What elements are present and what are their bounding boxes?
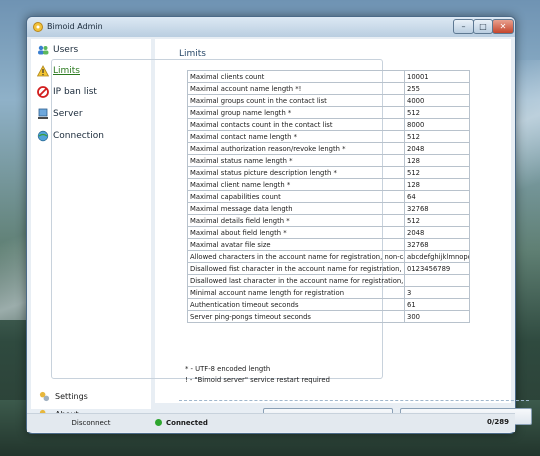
statusbar: Disconnect Connected 0/289: [27, 413, 515, 432]
limit-name: Maximal message data length: [187, 202, 405, 215]
settings-icon: [39, 391, 50, 401]
minimize-icon: –: [461, 22, 466, 31]
limit-value[interactable]: 64: [404, 190, 470, 203]
limit-name: Maximal capabilities count: [187, 190, 405, 203]
table-row: Maximal contact name length * 512: [187, 130, 470, 143]
limit-value[interactable]: 2048: [404, 142, 470, 155]
limits-title: Limits: [177, 49, 208, 59]
table-row: Maximal authorization reason/revoke leng…: [187, 142, 470, 155]
limit-name: Maximal group name length *: [187, 106, 405, 119]
limit-name: Disallowed last character in the account…: [187, 274, 405, 287]
separator: [179, 400, 529, 401]
table-row: Minimal account name length for registra…: [187, 286, 470, 299]
limit-value[interactable]: 512: [404, 106, 470, 119]
disconnect-button[interactable]: Disconnect: [31, 416, 151, 429]
limit-name: Allowed characters in the account name f…: [187, 250, 405, 263]
table-row: Server ping-pongs timeout seconds 300: [187, 310, 470, 323]
connection-status-label: Connected: [166, 418, 208, 427]
sidebar-item-label: Users: [53, 45, 79, 55]
table-row: Authentication timeout seconds 61: [187, 298, 470, 311]
table-row: Maximal account name length *! 255: [187, 82, 470, 95]
limit-value[interactable]: [404, 274, 470, 287]
limit-name: Server ping-pongs timeout seconds: [187, 310, 405, 323]
limit-value[interactable]: 128: [404, 154, 470, 167]
limit-name: Maximal status name length *: [187, 154, 405, 167]
table-row: Maximal status name length * 128: [187, 154, 470, 167]
limit-name: Maximal contact name length *: [187, 130, 405, 143]
limit-value[interactable]: abcdefghijklmnopqr: [404, 250, 470, 263]
limit-value[interactable]: 512: [404, 130, 470, 143]
table-row: Maximal about field length * 2048: [187, 226, 470, 239]
limit-value[interactable]: 2048: [404, 226, 470, 239]
connection-status: Connected: [155, 416, 355, 429]
table-row: Disallowed fist character in the account…: [187, 262, 470, 275]
limit-name: Maximal status picture description lengt…: [187, 166, 405, 179]
titlebar[interactable]: Bimoid Admin – □ ✕: [27, 17, 515, 37]
table-row: Maximal contacts count in the contact li…: [187, 118, 470, 131]
limit-name: Disallowed fist character in the account…: [187, 262, 405, 275]
minimize-button[interactable]: –: [453, 19, 474, 34]
limit-value[interactable]: 61: [404, 298, 470, 311]
limit-value[interactable]: 255: [404, 82, 470, 95]
warning-icon: [37, 65, 49, 77]
limit-value[interactable]: 3: [404, 286, 470, 299]
status-dot-icon: [155, 419, 162, 426]
limit-value[interactable]: 512: [404, 166, 470, 179]
maximize-button[interactable]: □: [473, 19, 493, 34]
limit-value[interactable]: 4000: [404, 94, 470, 107]
table-row: Maximal group name length * 512: [187, 106, 470, 119]
limits-table: Maximal clients count 10001 Maximal accoun…: [187, 70, 470, 323]
sidebar-item-settings[interactable]: Settings: [39, 389, 88, 403]
table-row: Maximal status picture description lengt…: [187, 166, 470, 179]
limit-value[interactable]: 32768: [404, 238, 470, 251]
limit-name: Maximal client name length *: [187, 178, 405, 191]
table-row: Allowed characters in the account name f…: [187, 250, 470, 263]
limit-name: Maximal avatar file size: [187, 238, 405, 251]
table-row: Maximal avatar file size 32768: [187, 238, 470, 251]
ban-icon: [37, 86, 49, 98]
limit-value[interactable]: 128: [404, 178, 470, 191]
window-title: Bimoid Admin: [47, 22, 103, 31]
table-row: Maximal clients count 10001: [187, 70, 470, 83]
limit-name: Authentication timeout seconds: [187, 298, 405, 311]
table-row: Disallowed last character in the account…: [187, 274, 470, 287]
limit-name: Minimal account name length for registra…: [187, 286, 405, 299]
note-restart: ! - "Bimoid server" service restart requ…: [185, 376, 330, 384]
limit-value[interactable]: 8000: [404, 118, 470, 131]
limit-name: Maximal about field length *: [187, 226, 405, 239]
sidebar-item-users[interactable]: Users: [37, 43, 78, 57]
maximize-icon: □: [479, 22, 487, 31]
limit-value[interactable]: 10001: [404, 70, 470, 83]
table-row: Maximal groups count in the contact list…: [187, 94, 470, 107]
limit-name: Maximal account name length *!: [187, 82, 405, 95]
note-utf8: * - UTF-8 encoded length: [185, 365, 271, 373]
table-row: Maximal details field length * 512: [187, 214, 470, 227]
users-icon: [38, 45, 49, 55]
connection-icon: [37, 130, 49, 142]
limit-value[interactable]: 300: [404, 310, 470, 323]
limit-name: Maximal authorization reason/revoke leng…: [187, 142, 405, 155]
server-icon: [38, 108, 48, 119]
app-icon: [33, 22, 43, 32]
limit-name: Maximal groups count in the contact list: [187, 94, 405, 107]
limit-value[interactable]: 0123456789: [404, 262, 470, 275]
limit-value[interactable]: 32768: [404, 202, 470, 215]
limit-value[interactable]: 512: [404, 214, 470, 227]
user-count: 0/289: [486, 418, 509, 426]
sidebar-item-label: Settings: [55, 391, 88, 401]
table-row: Maximal message data length 32768: [187, 202, 470, 215]
close-button[interactable]: ✕: [492, 19, 514, 34]
limit-name: Maximal contacts count in the contact li…: [187, 118, 405, 131]
limit-name: Maximal clients count: [187, 70, 405, 83]
table-row: Maximal capabilities count 64: [187, 190, 470, 203]
close-icon: ✕: [499, 22, 507, 31]
limit-name: Maximal details field length *: [187, 214, 405, 227]
table-row: Maximal client name length * 128: [187, 178, 470, 191]
app-window: Bimoid Admin – □ ✕ Users Limits IP ban l…: [26, 16, 532, 434]
